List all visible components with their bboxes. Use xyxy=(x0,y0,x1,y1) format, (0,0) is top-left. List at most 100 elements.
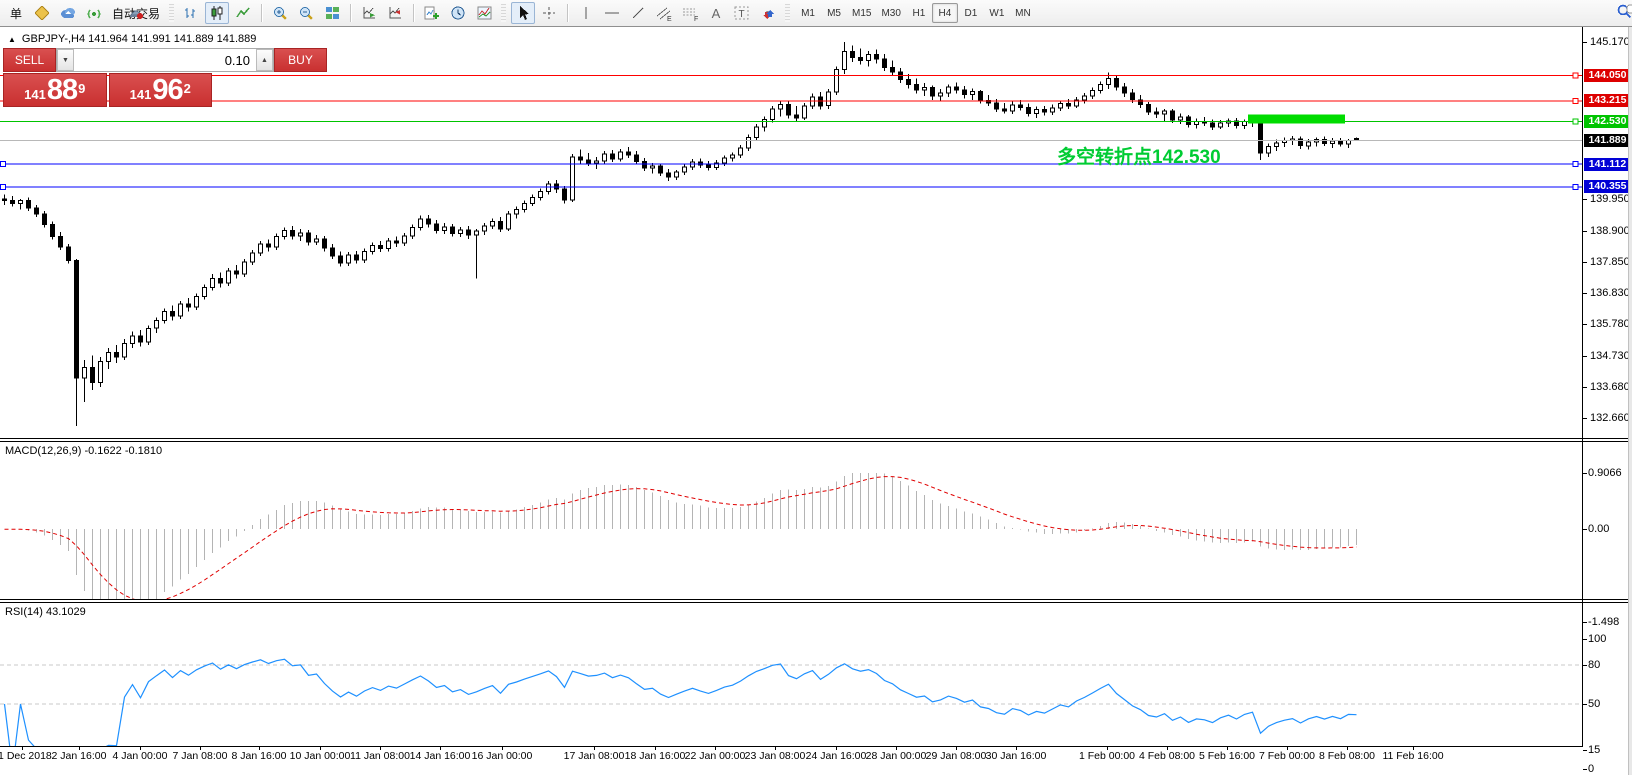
templates-icon[interactable]: ▼ xyxy=(472,2,496,24)
volume-down-button[interactable]: ▼ xyxy=(57,49,74,71)
autotrading-button[interactable]: 自动交易 xyxy=(108,2,164,24)
timeframe-m5[interactable]: M5 xyxy=(821,3,847,23)
chart-window[interactable]: ▲ GBPJPY-,H4 141.964 141.991 141.889 141… xyxy=(0,27,1632,775)
rsi-axis-label: 50 xyxy=(1588,698,1600,710)
price-tick-mark xyxy=(1583,418,1587,419)
time-axis-border xyxy=(0,746,1583,747)
rsi-indicator[interactable] xyxy=(0,602,1582,746)
sell-price[interactable]: 141 88 9 xyxy=(3,73,107,107)
chart-shift-icon[interactable] xyxy=(383,2,407,24)
timeframe-mn[interactable]: MN xyxy=(1010,3,1036,23)
macd-tick-mark xyxy=(1583,529,1587,530)
channel-letter: E xyxy=(667,16,672,22)
toolbar-grip xyxy=(785,4,790,22)
macd-tick-mark xyxy=(1583,622,1587,623)
time-tick-mark xyxy=(22,746,23,750)
rsi-tick-mark xyxy=(1583,704,1587,705)
buy-price[interactable]: 141 96 2 xyxy=(109,73,213,107)
time-tick-mark xyxy=(440,746,441,750)
line-chart-icon[interactable] xyxy=(231,2,255,24)
time-tick-mark xyxy=(956,746,957,750)
vertical-line-icon[interactable] xyxy=(574,2,598,24)
level-price-badge: 142.530 xyxy=(1584,115,1631,128)
time-tick-mark xyxy=(775,746,776,750)
new-order-button[interactable]: 单 xyxy=(4,2,28,24)
time-tick-mark xyxy=(594,746,595,750)
price-tick-label: 134.730 xyxy=(1590,350,1632,362)
label-icon[interactable]: T xyxy=(730,2,754,24)
price-tick-label: 139.950 xyxy=(1590,193,1632,205)
price-tick-label: 133.680 xyxy=(1590,381,1632,393)
bar-chart-icon[interactable] xyxy=(179,2,203,24)
macd-indicator[interactable] xyxy=(0,441,1582,599)
zoom-out-icon[interactable] xyxy=(294,2,318,24)
timeframe-m1[interactable]: M1 xyxy=(795,3,821,23)
rsi-label: RSI(14) 43.1029 xyxy=(5,606,86,618)
price-tick-label: 145.170 xyxy=(1590,36,1632,48)
volume-up-button[interactable]: ▲ xyxy=(256,49,273,71)
time-tick-label: 30 Jan 16:00 xyxy=(976,750,1056,762)
timeframe-d1[interactable]: D1 xyxy=(958,3,984,23)
panel-splitter[interactable] xyxy=(0,599,1632,603)
sell-button[interactable]: SELL xyxy=(3,48,56,72)
top-toolbar: 单 自动交易 ▼ ▼ ▼ E xyxy=(0,0,1632,27)
timeframe-h1[interactable]: H1 xyxy=(906,3,932,23)
cursor-icon[interactable] xyxy=(511,2,535,24)
rsi-axis-label: 0 xyxy=(1588,763,1594,775)
macd-tick-mark xyxy=(1583,473,1587,474)
toolbar-grip xyxy=(501,4,506,22)
one-click-trading-panel: SELL ▼ ▲ BUY 141 88 9 141 96 2 xyxy=(3,48,212,107)
timeframe-m30[interactable]: M30 xyxy=(876,3,905,23)
level-price-badge: 144.050 xyxy=(1584,69,1631,82)
toolbar-grip xyxy=(169,4,174,22)
buy-button[interactable]: BUY xyxy=(274,48,327,72)
time-tick-mark xyxy=(896,746,897,750)
candlestick-chart[interactable] xyxy=(0,27,1582,438)
timeframe-m15[interactable]: M15 xyxy=(847,3,876,23)
metaeditor-icon[interactable] xyxy=(30,2,54,24)
market-icon[interactable] xyxy=(56,2,80,24)
candlestick-icon[interactable] xyxy=(205,2,229,24)
price-tick-label: 138.900 xyxy=(1590,225,1632,237)
rsi-axis-label: 80 xyxy=(1588,659,1600,671)
periods-icon[interactable]: ▼ xyxy=(446,2,470,24)
signals-icon[interactable] xyxy=(82,2,106,24)
volume-input[interactable] xyxy=(74,49,256,71)
macd-axis-label: 0.9066 xyxy=(1588,467,1622,479)
timeframe-h4[interactable]: H4 xyxy=(932,3,958,23)
rsi-axis-label: 15 xyxy=(1588,744,1600,756)
tile-windows-icon[interactable] xyxy=(320,2,344,24)
rsi-tick-mark xyxy=(1583,750,1587,751)
trend-segment[interactable] xyxy=(1248,114,1345,123)
macd-axis-label: 0.00 xyxy=(1588,523,1609,535)
timeframe-group: M1M5M15M30H1H4D1W1MN xyxy=(795,3,1036,23)
turning-point-annotation[interactable]: 多空转折点142.530 xyxy=(1057,142,1221,169)
price-tick-mark xyxy=(1583,356,1587,357)
time-tick-mark xyxy=(1227,746,1228,750)
indicators-icon[interactable]: ▼ xyxy=(420,2,444,24)
crosshair-icon[interactable] xyxy=(537,2,561,24)
time-tick-mark xyxy=(320,746,321,750)
price-tick-mark xyxy=(1583,231,1587,232)
time-tick-mark xyxy=(655,746,656,750)
rsi-tick-mark xyxy=(1583,639,1587,640)
panel-splitter[interactable] xyxy=(0,438,1632,442)
price-tick-mark xyxy=(1583,42,1587,43)
channel-icon[interactable]: E xyxy=(652,2,676,24)
fibo-letter: F xyxy=(694,16,698,22)
window-edge xyxy=(1628,27,1632,775)
price-tick-label: 132.660 xyxy=(1590,412,1632,424)
time-tick-mark xyxy=(1347,746,1348,750)
arrows-icon[interactable]: ▼ xyxy=(756,2,780,24)
fibonacci-icon[interactable]: F xyxy=(678,2,702,24)
horizontal-line-icon[interactable] xyxy=(600,2,624,24)
label-letter: T xyxy=(739,9,745,20)
trendline-icon[interactable] xyxy=(626,2,650,24)
timeframe-w1[interactable]: W1 xyxy=(984,3,1010,23)
price-tick-mark xyxy=(1583,324,1587,325)
rsi-axis-label: 100 xyxy=(1588,633,1606,645)
zoom-in-icon[interactable] xyxy=(268,2,292,24)
autoscroll-icon[interactable] xyxy=(357,2,381,24)
text-icon[interactable]: A xyxy=(704,2,728,24)
price-tick-mark xyxy=(1583,262,1587,263)
